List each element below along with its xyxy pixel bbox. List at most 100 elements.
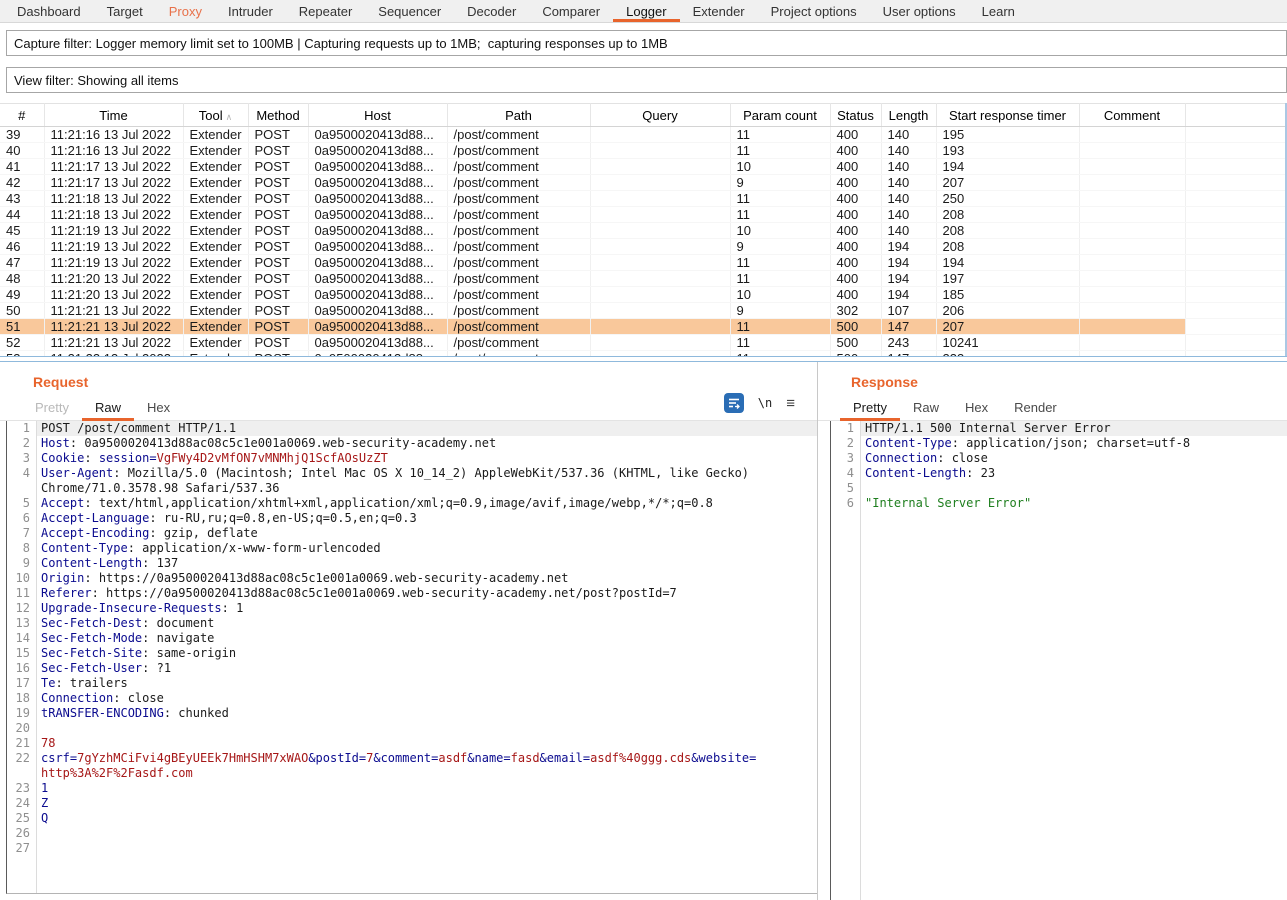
cell-start-response-timer[interactable]: 197 [936,271,1079,287]
log-row-51[interactable]: 5111:21:21 13 Jul 2022ExtenderPOST0a9500… [0,319,1285,335]
cell-time[interactable]: 11:21:21 13 Jul 2022 [44,335,183,351]
cell-time[interactable]: 11:21:21 13 Jul 2022 [44,303,183,319]
log-row-43[interactable]: 4311:21:18 13 Jul 2022ExtenderPOST0a9500… [0,191,1285,207]
cell-length[interactable]: 194 [881,255,936,271]
cell-method[interactable]: POST [248,303,308,319]
column-header-time[interactable]: Time [44,104,183,127]
cell-path[interactable]: /post/comment [447,159,590,175]
cell-method[interactable]: POST [248,159,308,175]
cell-host[interactable]: 0a9500020413d88... [308,287,447,303]
cell-host[interactable]: 0a9500020413d88... [308,143,447,159]
cell-length[interactable]: 140 [881,223,936,239]
cell-time[interactable]: 11:21:20 13 Jul 2022 [44,271,183,287]
view-filter-bar[interactable]: View filter: Showing all items [6,67,1287,93]
cell-tool[interactable]: Extender [183,287,248,303]
menu-tab-dashboard[interactable]: Dashboard [4,0,94,22]
cell-comment[interactable] [1079,127,1185,143]
cell-tool[interactable]: Extender [183,319,248,335]
cell-length[interactable]: 140 [881,127,936,143]
menu-tab-comparer[interactable]: Comparer [529,0,613,22]
menu-tab-learn[interactable]: Learn [969,0,1028,22]
cell-path[interactable]: /post/comment [447,191,590,207]
cell-path[interactable]: /post/comment [447,175,590,191]
menu-tab-repeater[interactable]: Repeater [286,0,365,22]
cell-query[interactable] [590,223,730,239]
cell-length[interactable]: 147 [881,351,936,357]
cell-method[interactable]: POST [248,127,308,143]
cell-length[interactable]: 140 [881,191,936,207]
capture-filter-bar[interactable]: Capture filter: Logger memory limit set … [6,30,1287,56]
cell-query[interactable] [590,335,730,351]
cell-start-response-timer[interactable]: 250 [936,191,1079,207]
cell-status[interactable]: 400 [830,127,881,143]
cell--[interactable]: 45 [0,223,44,239]
cell-start-response-timer[interactable]: 194 [936,255,1079,271]
cell-param-count[interactable]: 11 [730,351,830,357]
cell-host[interactable]: 0a9500020413d88... [308,207,447,223]
cell-host[interactable]: 0a9500020413d88... [308,319,447,335]
cell-method[interactable]: POST [248,335,308,351]
cell-param-count[interactable]: 9 [730,239,830,255]
cell-method[interactable]: POST [248,351,308,357]
cell-start-response-timer[interactable]: 208 [936,223,1079,239]
cell-start-response-timer[interactable]: 193 [936,143,1079,159]
pretty-print-icon[interactable] [724,393,744,413]
response-tab-render[interactable]: Render [1001,395,1070,421]
cell-time[interactable]: 11:21:19 13 Jul 2022 [44,255,183,271]
cell-host[interactable]: 0a9500020413d88... [308,255,447,271]
cell-comment[interactable] [1079,191,1185,207]
cell-comment[interactable] [1079,319,1185,335]
cell-start-response-timer[interactable]: 206 [936,303,1079,319]
cell-tool[interactable]: Extender [183,335,248,351]
response-tab-raw[interactable]: Raw [900,395,952,421]
cell-comment[interactable] [1079,143,1185,159]
cell-length[interactable]: 194 [881,271,936,287]
log-row-39[interactable]: 3911:21:16 13 Jul 2022ExtenderPOST0a9500… [0,127,1285,143]
cell-status[interactable]: 400 [830,191,881,207]
cell-query[interactable] [590,239,730,255]
cell-status[interactable]: 500 [830,335,881,351]
cell-time[interactable]: 11:21:22 13 Jul 2022 [44,351,183,357]
cell-start-response-timer[interactable]: 195 [936,127,1079,143]
cell-method[interactable]: POST [248,255,308,271]
cell-param-count[interactable]: 9 [730,175,830,191]
cell-start-response-timer[interactable]: 233 [936,351,1079,357]
cell-method[interactable]: POST [248,271,308,287]
cell-param-count[interactable]: 10 [730,159,830,175]
cell-path[interactable]: /post/comment [447,319,590,335]
cell-tool[interactable]: Extender [183,175,248,191]
cell-method[interactable]: POST [248,191,308,207]
cell-tool[interactable]: Extender [183,143,248,159]
cell--[interactable]: 47 [0,255,44,271]
cell--[interactable]: 49 [0,287,44,303]
cell--[interactable]: 40 [0,143,44,159]
cell-path[interactable]: /post/comment [447,303,590,319]
cell-comment[interactable] [1079,207,1185,223]
response-tab-pretty[interactable]: Pretty [840,395,900,421]
cell--[interactable]: 51 [0,319,44,335]
cell-start-response-timer[interactable]: 208 [936,207,1079,223]
cell-start-response-timer[interactable]: 10241 [936,335,1079,351]
cell-param-count[interactable]: 11 [730,255,830,271]
request-tab-raw[interactable]: Raw [82,395,134,421]
cell-param-count[interactable]: 10 [730,223,830,239]
cell-method[interactable]: POST [248,319,308,335]
cell-query[interactable] [590,207,730,223]
cell-path[interactable]: /post/comment [447,239,590,255]
cell-time[interactable]: 11:21:18 13 Jul 2022 [44,191,183,207]
cell-length[interactable]: 194 [881,239,936,255]
cell-param-count[interactable]: 11 [730,191,830,207]
cell-param-count[interactable]: 11 [730,319,830,335]
cell-length[interactable]: 147 [881,319,936,335]
column-header-param-count[interactable]: Param count [730,104,830,127]
cell-length[interactable]: 194 [881,287,936,303]
log-row-40[interactable]: 4011:21:16 13 Jul 2022ExtenderPOST0a9500… [0,143,1285,159]
cell-query[interactable] [590,191,730,207]
cell-method[interactable]: POST [248,207,308,223]
log-row-50[interactable]: 5011:21:21 13 Jul 2022ExtenderPOST0a9500… [0,303,1285,319]
menu-tab-logger[interactable]: Logger [613,0,679,22]
cell-time[interactable]: 11:21:19 13 Jul 2022 [44,239,183,255]
cell-query[interactable] [590,351,730,357]
cell-time[interactable]: 11:21:17 13 Jul 2022 [44,159,183,175]
log-row-44[interactable]: 4411:21:18 13 Jul 2022ExtenderPOST0a9500… [0,207,1285,223]
